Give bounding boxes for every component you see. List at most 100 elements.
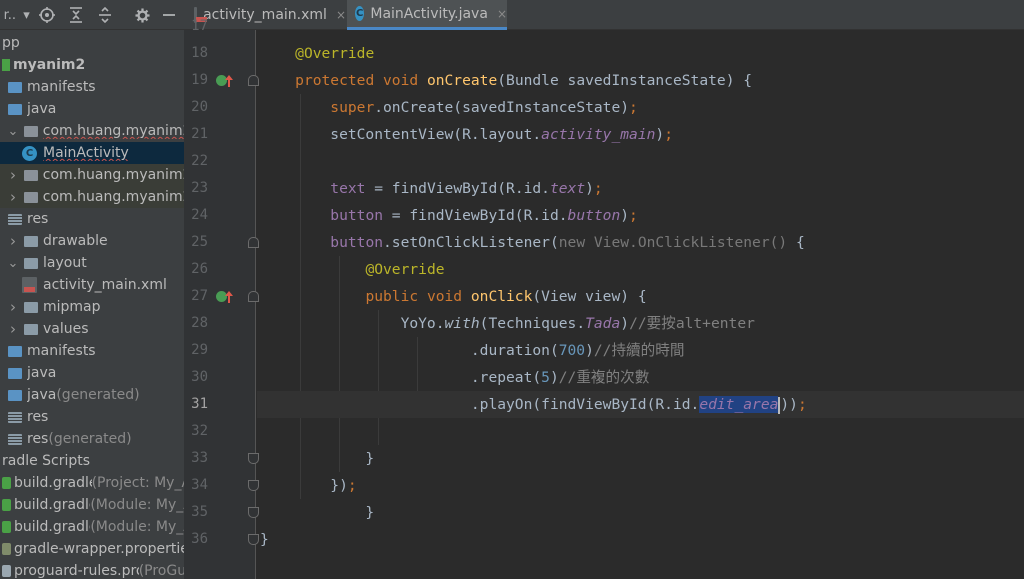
tree-item-activity-main-xml[interactable]: activity_main.xml [0,274,184,296]
fold-expand-icon[interactable] [248,291,259,302]
code-token: @Override [365,261,445,278]
collapse-all-icon[interactable] [61,0,91,30]
tree-item-res[interactable]: res [0,406,184,428]
tree-item-label: mipmap [43,299,101,315]
code-token: } [260,531,269,548]
close-icon[interactable]: × [497,7,507,21]
code-line[interactable]: } [260,445,374,472]
code-line[interactable]: button.setOnClickListener(new View.OnCli… [260,229,804,256]
code-token: .duration( [260,342,559,359]
tree-item-res[interactable]: res [0,208,184,230]
fold-collapse-icon[interactable] [248,534,259,545]
code-line[interactable]: public void onClick(View view) { [260,283,646,310]
code-token: .onCreate(savedInstanceState) [374,99,630,116]
tree-item-manifests[interactable]: manifests [0,76,184,98]
code-line[interactable]: setContentView(R.layout.activity_main); [260,121,673,148]
tree-item-java[interactable]: java [0,362,184,384]
folder-blue-icon [8,389,22,401]
code-token: ; [593,180,603,197]
line-number: 28 [191,315,208,331]
fold-collapse-icon[interactable] [248,453,259,464]
chevron-down-icon[interactable]: ⌄ [6,256,20,271]
tree-item-label: drawable [43,233,108,249]
tree-item-java[interactable]: java (generated) [0,384,184,406]
tree-item-java[interactable]: java [0,98,184,120]
fold-expand-icon[interactable] [248,237,259,248]
chevron-down-icon[interactable]: ⌄ [6,124,20,139]
code-line[interactable]: .duration(700)//持續的時間 [260,337,685,364]
tree-item-build-gradle[interactable]: build.gradle (Project: My_A [0,472,184,494]
tab-main-activity-java[interactable]: C MainActivity.java × [347,0,507,30]
tree-item-manifests[interactable]: manifests [0,340,184,362]
tree-item-values[interactable]: › values [0,318,184,340]
line-number: 36 [191,531,208,547]
fold-expand-icon[interactable] [248,75,259,86]
chevron-right-icon[interactable]: › [6,166,20,184]
tree-item-layout[interactable]: ⌄ layout [0,252,184,274]
tree-item-gradle-wrapper-properties[interactable]: gradle-wrapper.properties [0,538,184,560]
code-line[interactable]: protected void onCreate(Bundle savedInst… [260,67,752,94]
arrow-up-icon [225,291,233,303]
chevron-down-icon[interactable]: ▾ [20,0,34,30]
fold-collapse-icon[interactable] [248,480,259,491]
code-line[interactable]: .repeat(5)//重複的次數 [260,364,649,391]
line-number: 20 [191,99,208,115]
code-line[interactable]: } [260,526,269,553]
tree-item-build-gradle[interactable]: build.gradle (Module: My_A [0,494,184,516]
tab-activity-main-xml[interactable]: activity_main.xml × [186,0,346,30]
tree-item-pp[interactable]: pp [0,32,184,54]
code-token: ; [629,207,638,224]
code-line[interactable]: super.onCreate(savedInstanceState); [260,94,638,121]
tree-item-label: res [27,211,49,227]
tree-item-build-gradle[interactable]: build.gradle (Module: My_A [0,516,184,538]
code-token: }) [260,477,348,494]
tree-item-drawable[interactable]: › drawable [0,230,184,252]
code-line[interactable]: }); [260,472,356,499]
expand-all-icon[interactable] [91,0,121,30]
module-icon [2,59,10,71]
code-token: //持續的時間 [593,342,685,359]
tree-item-com-huang-myanim2[interactable]: › com.huang.myanim2 [0,164,184,186]
code-line[interactable]: button = findViewById(R.id.button); [260,202,638,229]
gradle-icon [2,521,11,533]
gear-icon[interactable] [130,0,156,30]
tree-item-res[interactable]: res (generated) [0,428,184,450]
folder-icon [24,257,38,269]
tree-item-label: java [27,365,57,381]
project-view-dropdown[interactable]: r.. [0,0,20,30]
tree-item-proguard-rules-pro[interactable]: proguard-rules.pro (ProGu [0,560,184,579]
code-line[interactable]: @Override [260,40,374,67]
res-folder-icon [8,411,22,423]
tree-item-radle-scripts[interactable]: radle Scripts [0,450,184,472]
minimize-icon[interactable] [155,0,183,30]
res-folder-icon [8,433,22,445]
code-line[interactable]: @Override [260,256,445,283]
code-line[interactable]: text = findViewById(R.id.text); [260,175,603,202]
chevron-right-icon[interactable]: › [6,188,20,206]
chevron-right-icon[interactable]: › [6,320,20,338]
chevron-right-icon[interactable]: › [6,298,20,316]
tree-item-mipmap[interactable]: › mipmap [0,296,184,318]
package-icon [23,169,38,181]
code-line[interactable]: } [260,499,374,526]
code-token: Tada [585,315,621,332]
folder-icon [24,301,38,313]
tree-item-com-huang-myanim2[interactable]: ⌄ com.huang.myanim2 [0,120,184,142]
arrow-up-icon [225,75,233,87]
close-icon[interactable]: × [336,8,346,22]
code-token: .setOnClickListener( [383,234,559,251]
folder-blue-icon [8,81,22,93]
tree-item-myanim2[interactable]: myanim2 [0,54,184,76]
code-token: ) [585,342,594,359]
code-line[interactable]: .playOn(findViewById(R.id.edit_area)); [260,391,807,418]
chevron-right-icon[interactable]: › [6,232,20,250]
code-token: protected void [295,72,427,89]
code-line[interactable]: YoYo.with(Techniques.Tada)//要按alt+enter [260,310,755,337]
line-number: 35 [191,504,208,520]
globe-target-icon[interactable] [33,0,61,30]
tree-item-com-huang-myanim2[interactable]: › com.huang.myanim2 [0,186,184,208]
tree-item-label: com.huang.myanim2 [42,189,184,205]
tree-item-mainactivity[interactable]: C MainActivity [0,142,184,164]
line-number: 22 [191,153,208,169]
fold-collapse-icon[interactable] [248,507,259,518]
